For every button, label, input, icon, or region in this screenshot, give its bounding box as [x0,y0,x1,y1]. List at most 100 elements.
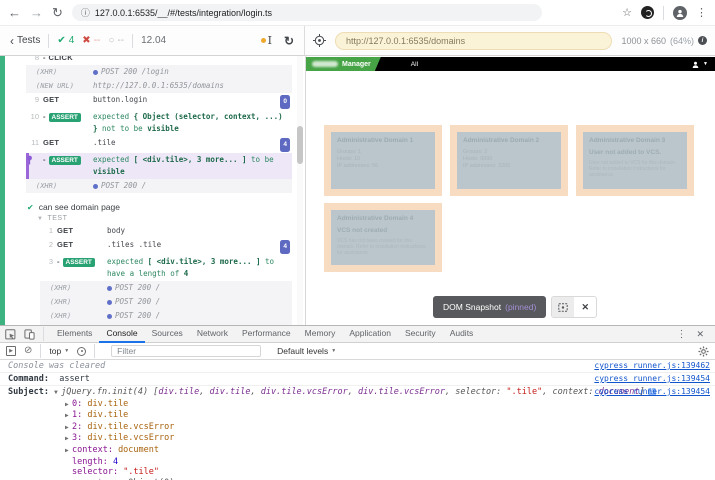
preview-node: div.tile.vcsError [261,387,348,397]
devtools-settings-icon[interactable] [698,346,709,357]
address-bar[interactable]: ⓘ 127.0.0.1:6535/__/#/tests/integration/… [72,4,542,21]
aut-url-bar[interactable]: http://127.0.0.1:6535/domains [335,32,612,50]
pin-icon[interactable] [26,155,39,165]
address-url[interactable]: 127.0.0.1:6535/__/#/tests/integration/lo… [95,8,272,18]
devtools-menu-icon[interactable]: ⋮ [676,329,686,340]
devtools-close-icon[interactable]: ✕ [696,329,704,340]
extension-icon[interactable] [641,6,654,19]
object-property-row[interactable]: ▶2: div.tile.vcsError [8,422,707,434]
object-property-row[interactable]: ▶3: div.tile.vcsError [8,433,707,445]
tab-security[interactable]: Security [398,326,443,343]
command-row[interactable]: 3-ASSERTexpected [ <div.tile>, 3 more...… [40,255,292,281]
devtools-panel: ElementsConsoleSourcesNetworkPerformance… [0,325,715,480]
restart-tests-icon[interactable]: ↻ [284,34,294,48]
command-row[interactable]: 11GET.tile4 [26,136,292,153]
source-link[interactable]: cypress_runner.js:139462 [594,361,710,371]
caret-right-icon[interactable]: ▶ [65,411,72,422]
command-row[interactable]: 10-ASSERTexpected { Object (selector, co… [26,110,292,136]
command-message: http://127.0.0.1:6535/domains [93,80,292,92]
object-property-row[interactable]: ▶context: document [8,445,707,457]
check-icon: ✔ [27,203,34,212]
command-row[interactable]: -ASSERTexpected [ <div.tile>, 3 more... … [26,153,292,179]
command-row[interactable]: (XHR)POST 200 / [40,295,292,309]
reload-icon[interactable]: ↻ [52,6,63,19]
command-row[interactable]: (XHR)POST 200 / [40,281,292,295]
inspect-element-icon[interactable] [5,329,16,340]
tab-application[interactable]: Application [342,326,398,343]
user-menu[interactable]: ▼ [692,61,715,68]
command-message: .tile [93,137,280,149]
object-property-row[interactable]: ▶0: div.tile [8,399,707,411]
nav-item-all[interactable]: All [411,61,418,68]
source-link[interactable]: cypress_runner.js:139454 [594,387,710,396]
tab-network[interactable]: Network [190,326,235,343]
caret-right-icon[interactable]: ▶ [65,446,72,457]
command-message: POST 200 / [93,180,292,192]
check-icon: ✔ [57,35,65,46]
domain-tile[interactable]: Administrative Domain 1Groups: 1Hosts: 1… [324,125,442,196]
command-row[interactable]: 9GETbutton.login0 [26,93,292,110]
tab-performance[interactable]: Performance [235,326,298,343]
source-link[interactable]: cypress_runner.js:139454 [594,374,710,384]
console-filter-input[interactable]: Filter [111,345,261,357]
element-count-badge: 4 [280,240,290,254]
domain-tile[interactable]: Administrative Domain 4VCS not createdVC… [324,203,442,272]
console-sidebar-icon[interactable]: ▶ [6,346,16,356]
console-toolbar: ▶ ⊘ top▼ Filter Default levels▼ [0,343,715,360]
xhr-dot-icon [107,314,112,319]
reporter-scrollbar[interactable] [297,56,303,325]
comma: , [250,387,260,397]
tab-console[interactable]: Console [99,326,144,343]
selector-playground-icon[interactable] [313,34,326,47]
command-row[interactable]: 1GETbody [40,224,292,238]
command-name-zone: GET [57,225,107,237]
forward-icon[interactable]: → [30,6,43,19]
caret-right-icon[interactable]: ▶ [65,434,72,445]
viewport-info-icon[interactable]: i [698,36,707,45]
back-icon[interactable]: ← [8,6,21,19]
domain-tile[interactable]: Administrative Domain 2Groups: 2Hosts: 9… [450,125,568,196]
live-expression-icon[interactable] [77,347,86,356]
domain-tile[interactable]: Administrative Domain 3User not added to… [576,125,694,196]
command-row[interactable]: (XHR)POST 200 / [26,179,292,193]
property-value: div.tile.vcsError [87,433,174,443]
auto-scroll-toggle[interactable]: I [261,34,272,47]
device-toolbar-icon[interactable] [24,329,35,340]
command-message: body [107,225,292,237]
tab-memory[interactable]: Memory [298,326,343,343]
frame-context-select[interactable]: top▼ [49,346,69,356]
command-tag: (XHR) [40,282,107,294]
command-row[interactable]: (XHR)POST 200 /login [26,65,292,79]
property-key: length: [72,457,113,467]
caret-right-icon[interactable]: ▶ [65,423,72,434]
bookmark-star-icon[interactable]: ☆ [622,6,632,19]
profile-avatar[interactable] [673,6,687,20]
page-info-icon[interactable]: ⓘ [81,6,90,19]
test-title[interactable]: ✔ can see domain page [27,202,305,212]
command-message: POST 200 / [107,310,292,322]
property-key: context: [72,445,118,455]
back-to-tests-button[interactable]: ‹ Tests [10,35,40,47]
command-row[interactable]: (NEW URL)http://127.0.0.1:6535/domains [26,79,292,93]
tab-sources[interactable]: Sources [145,326,190,343]
divider [48,34,49,48]
command-row[interactable]: 2GET.tiles .tile4 [40,238,292,255]
command-message: POST 200 /login [93,66,292,78]
log-levels-select[interactable]: Default levels▼ [277,346,336,356]
object-property-row[interactable]: ▶1: div.tile [8,410,707,422]
command-row[interactable]: (XHR)POST 200 / [40,309,292,323]
brand-name: Manager [342,61,371,68]
tab-audits[interactable]: Audits [443,326,481,343]
tab-elements[interactable]: Elements [50,326,99,343]
command-row[interactable]: 8-CLICK [26,56,292,65]
command-message: expected { Object (selector, context, ..… [93,111,292,135]
test-hook-header[interactable]: ▼ TEST [37,215,305,222]
snapshot-camera-button[interactable] [552,297,574,317]
snapshot-close-button[interactable]: ✕ [574,297,596,317]
tile-content: Administrative Domain 3User not added to… [583,132,687,189]
caret-right-icon[interactable]: ▶ [65,400,72,411]
object-property-row: length: 4 [8,457,707,468]
clear-console-icon[interactable]: ⊘ [24,346,32,356]
browser-menu-icon[interactable]: ⋮ [696,6,707,19]
reporter-scrollbar-thumb[interactable] [297,126,303,164]
